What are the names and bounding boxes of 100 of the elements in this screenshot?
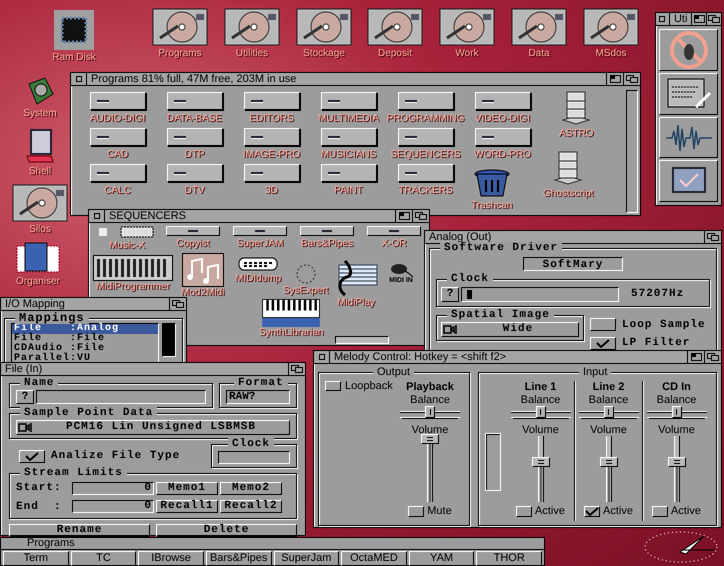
drawer-icon[interactable]: [320, 164, 376, 182]
checkmark-button[interactable]: [659, 160, 718, 202]
list-item[interactable]: Parallel:VU: [12, 354, 158, 364]
icon-label: Utilities: [236, 48, 268, 59]
taskbar-button[interactable]: Term: [3, 551, 69, 566]
slider-thumb[interactable]: [600, 457, 618, 468]
memory-button[interactable]: Memo1: [156, 482, 218, 495]
clock-input[interactable]: [218, 451, 290, 464]
slider-thumb[interactable]: [668, 457, 686, 468]
taskbar-button[interactable]: IBrowse: [138, 551, 204, 566]
drawer-label: EDITORS: [249, 113, 294, 124]
drawer-icon[interactable]: [166, 92, 222, 110]
cycle-button[interactable]: PCM16 Lin Unsigned LSBMSB: [16, 420, 290, 435]
depth-icon: [415, 212, 427, 220]
scrollbar[interactable]: [335, 336, 389, 344]
drawer-icon[interactable]: [320, 128, 376, 146]
name-input[interactable]: [36, 390, 206, 404]
taskbar-button[interactable]: Bars&Pipes: [206, 551, 272, 566]
depth-button[interactable]: [412, 210, 429, 222]
taskbar-button[interactable]: OctaMED: [341, 551, 407, 566]
drawer-icon[interactable]: [320, 92, 376, 110]
memory-button[interactable]: Recall2: [220, 500, 282, 514]
action-button[interactable]: Delete: [156, 524, 297, 537]
checkbox[interactable]: [584, 506, 600, 517]
memory-button[interactable]: Recall1: [156, 500, 218, 514]
slider-thumb[interactable]: [467, 290, 472, 299]
list-item[interactable]: CDAudio :File: [12, 344, 158, 354]
depth-button[interactable]: [623, 73, 640, 85]
icon-label: Stockage: [303, 48, 345, 59]
memory-button[interactable]: Memo2: [220, 482, 282, 495]
drawer-icon[interactable]: [90, 164, 146, 182]
waveform-button[interactable]: [659, 116, 718, 158]
piano-keyboard-icon[interactable]: [261, 299, 322, 327]
slider-thumb[interactable]: [604, 406, 614, 418]
depth-button[interactable]: [704, 231, 721, 243]
window-title: Programs 81% full, 47M free, 203M in use: [90, 73, 298, 85]
slider-thumb[interactable]: [536, 406, 546, 418]
cycle-button[interactable]: Wide: [441, 322, 579, 336]
scrollbar[interactable]: [626, 90, 638, 213]
slider-thumb[interactable]: [421, 434, 439, 444]
music-notes-icon[interactable]: [182, 253, 224, 287]
mixer-faders-icon[interactable]: [93, 255, 173, 281]
window-title: Melody Control: Hotkey = <shift f2>: [333, 351, 508, 363]
drawer-label: X-OR: [382, 238, 406, 249]
terminal-icon[interactable]: [25, 128, 55, 164]
drawer-icon[interactable]: [244, 164, 300, 182]
chip-icon[interactable]: [54, 10, 94, 50]
drawer-icon[interactable]: [474, 128, 530, 146]
depth-button[interactable]: [706, 13, 721, 25]
plug-icon[interactable]: [389, 263, 413, 277]
depth-button[interactable]: [169, 298, 186, 310]
help-button[interactable]: ?: [441, 286, 459, 302]
drawer-icon[interactable]: [90, 128, 146, 146]
editor-button[interactable]: [659, 73, 718, 115]
drawer-icon[interactable]: [166, 128, 222, 146]
taskbar-button[interactable]: THOR: [476, 551, 542, 566]
drawer-label: CAD: [106, 149, 128, 160]
limit-input[interactable]: 0: [72, 500, 154, 514]
zoom-button[interactable]: [606, 73, 623, 85]
taskbar-button[interactable]: TC: [70, 551, 136, 566]
window-title: Analog (Out): [428, 231, 492, 243]
drawer-label: PAINT: [334, 185, 363, 196]
scrollbar[interactable]: [162, 323, 176, 357]
zoom-button[interactable]: [691, 13, 706, 25]
help-button[interactable]: ?: [16, 390, 34, 404]
zoom-button[interactable]: [395, 210, 412, 222]
dial-icon[interactable]: [294, 263, 317, 285]
slider-thumb[interactable]: [532, 457, 550, 468]
drawer-icon[interactable]: [300, 226, 354, 236]
drawer-icon[interactable]: [398, 164, 454, 182]
depth-button[interactable]: [704, 351, 721, 363]
taskbar-button[interactable]: YAM: [408, 551, 474, 566]
binder-icon[interactable]: [15, 242, 61, 274]
limit-input[interactable]: 0: [72, 482, 154, 495]
drawer-icon[interactable]: [90, 92, 146, 110]
depth-button[interactable]: [288, 363, 305, 375]
drawer-icon[interactable]: [166, 164, 222, 182]
slider-thumb[interactable]: [672, 406, 682, 418]
list-item[interactable]: File :File: [12, 334, 158, 344]
depth-icon: [707, 233, 719, 241]
close-button[interactable]: [656, 13, 670, 25]
drawer-icon[interactable]: [166, 226, 220, 236]
action-button[interactable]: Rename: [9, 524, 150, 537]
icon-label: MidiProgrammer: [96, 281, 170, 292]
tiles-icon[interactable]: [99, 226, 155, 238]
drawer-icon[interactable]: [244, 92, 300, 110]
drawer-icon[interactable]: [398, 128, 454, 146]
slider-thumb[interactable]: [425, 406, 435, 418]
check-icon: [585, 507, 600, 516]
taskbar-button[interactable]: SuperJam: [274, 551, 340, 566]
trash-can-icon[interactable]: [472, 168, 512, 198]
drawer-icon[interactable]: [244, 128, 300, 146]
format-field[interactable]: RAW?: [226, 390, 290, 404]
zoom-button[interactable]: [687, 351, 704, 363]
drawer-icon[interactable]: [398, 92, 454, 110]
drawer-icon[interactable]: [367, 226, 421, 236]
close-icon: [659, 16, 666, 22]
speech-bubble-icon[interactable]: [238, 257, 278, 273]
drawer-icon[interactable]: [474, 92, 530, 110]
drawer-icon[interactable]: [233, 226, 287, 236]
